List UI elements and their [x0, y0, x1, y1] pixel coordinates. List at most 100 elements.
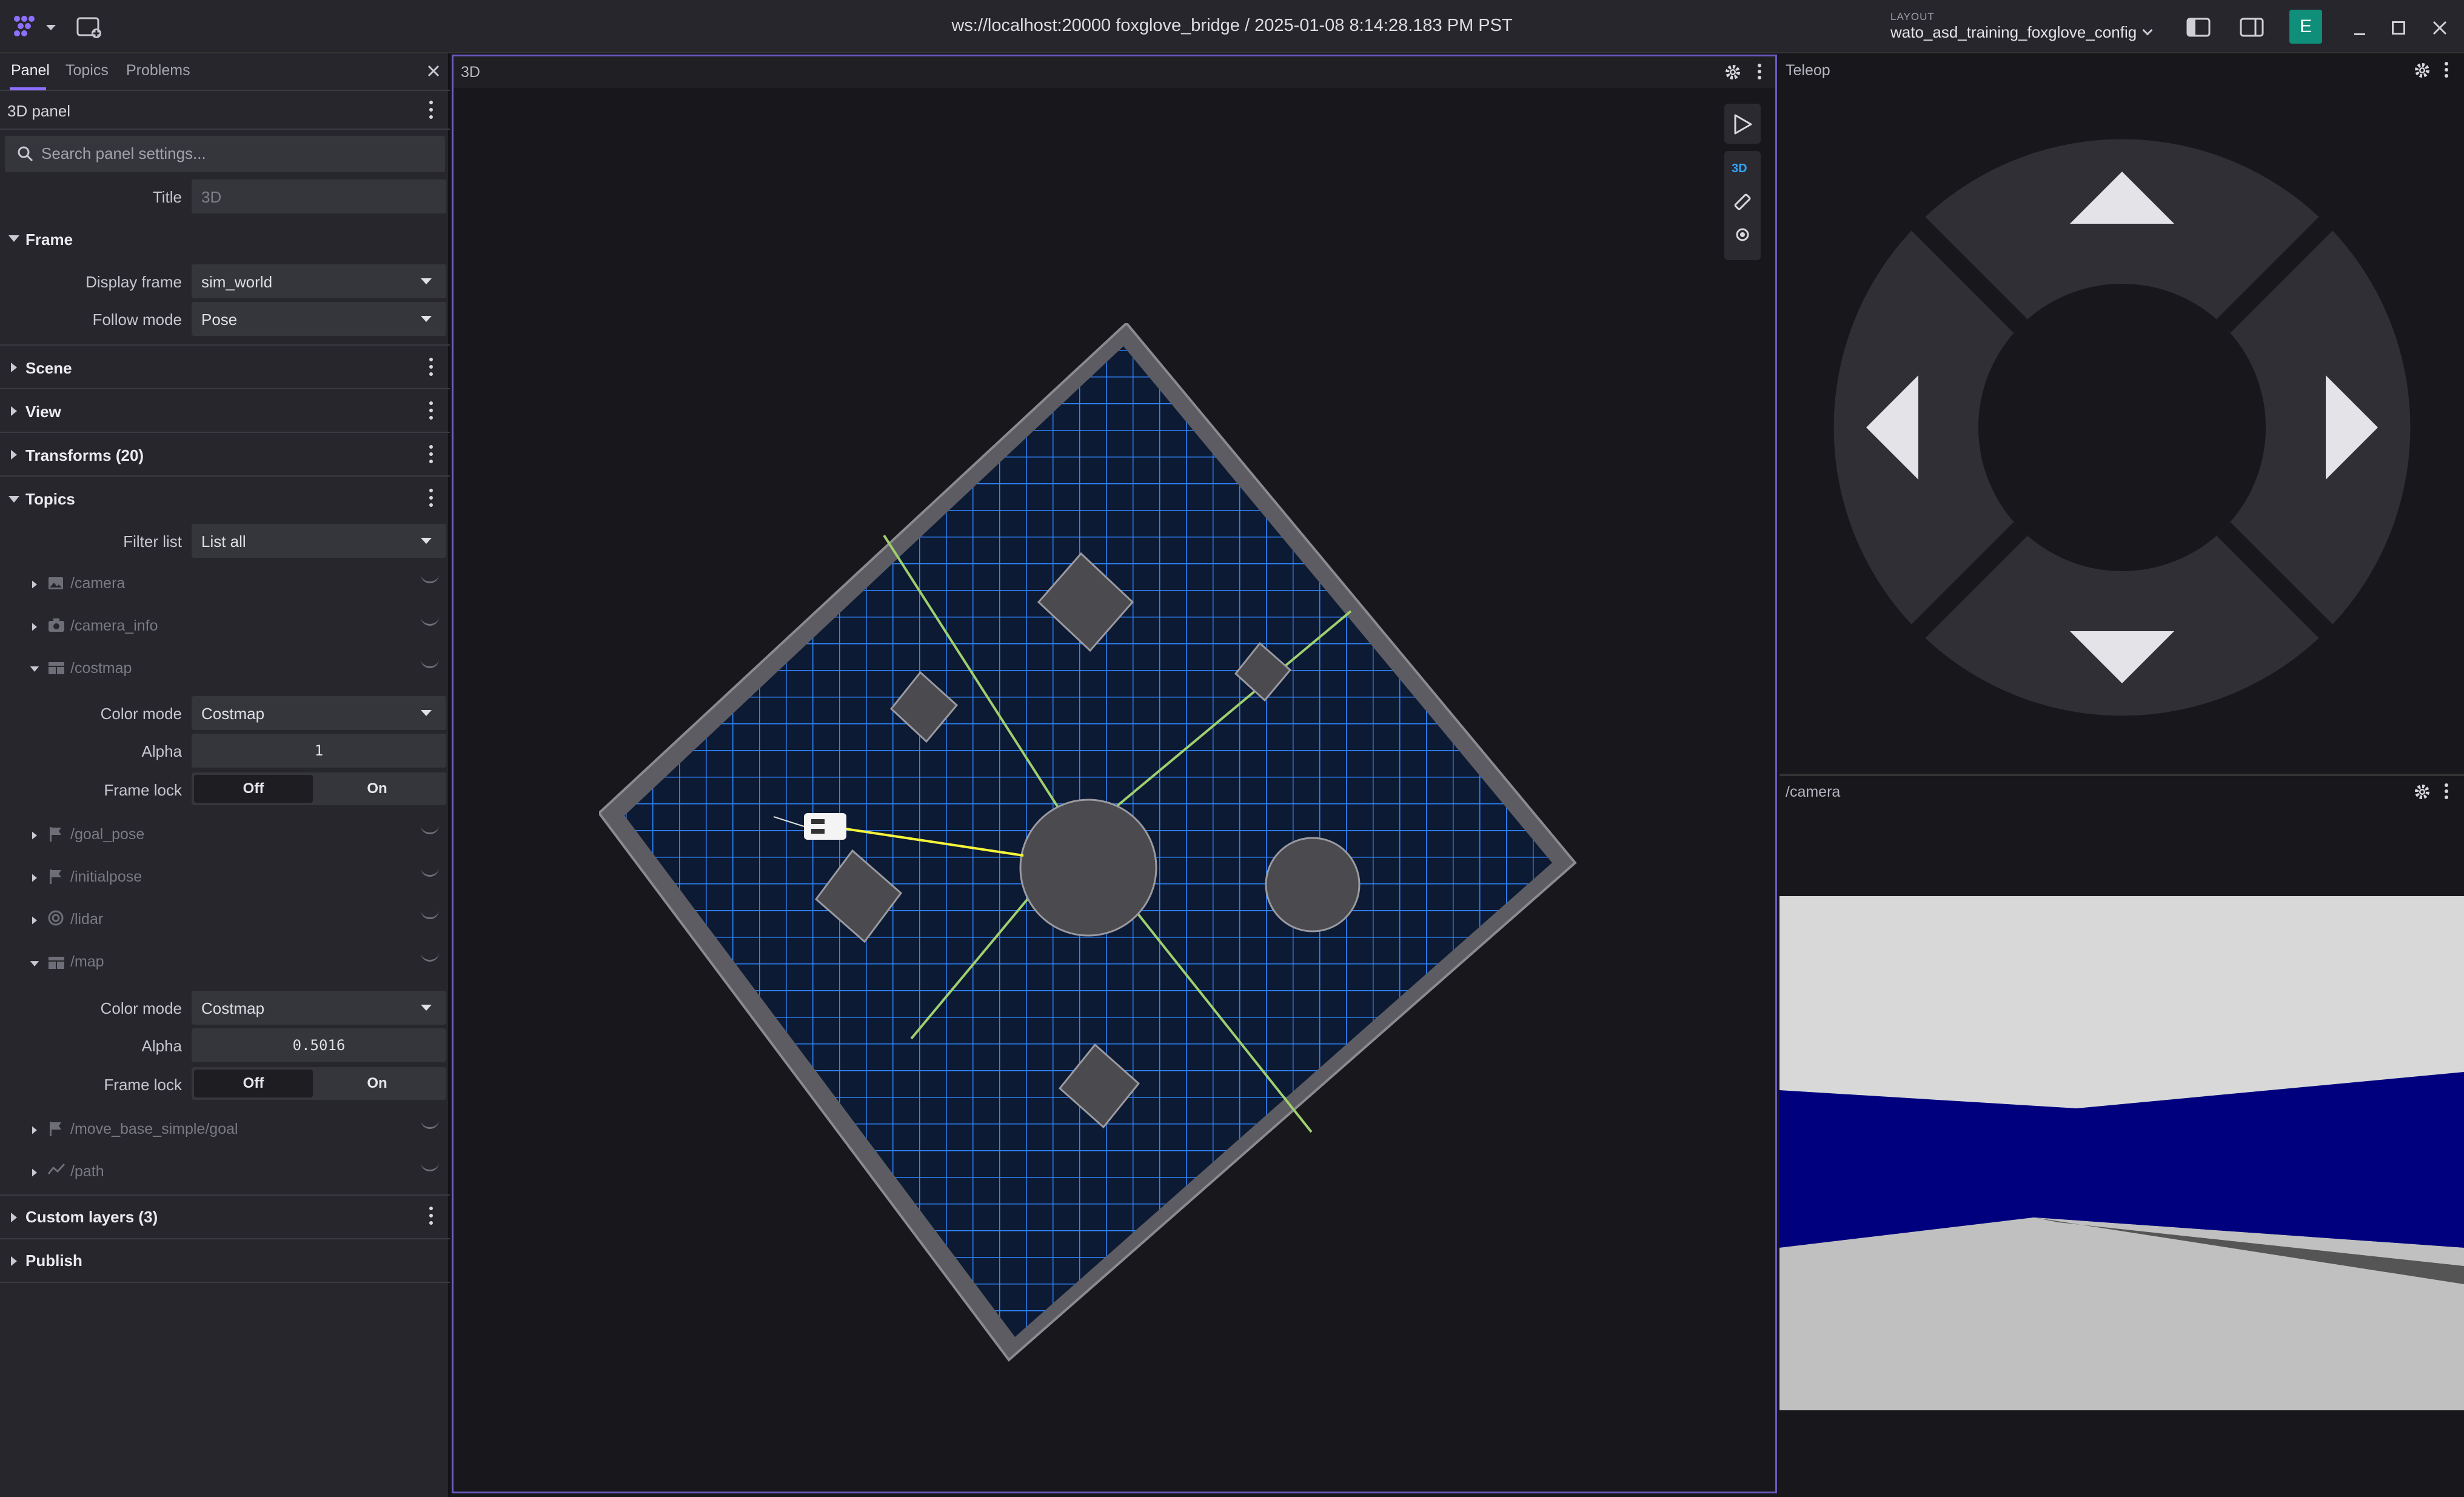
select-pointer-icon[interactable]: [1733, 113, 1753, 135]
minimize-window-button[interactable]: [2348, 17, 2372, 41]
topic-path[interactable]: /path: [70, 1163, 104, 1181]
frame-lock-off-option[interactable]: Off: [194, 1070, 313, 1097]
panel-menu-button[interactable]: [429, 101, 434, 119]
path-line-icon: [47, 1163, 65, 1174]
user-avatar[interactable]: E: [2289, 10, 2322, 44]
right-sidebar-icon: [2240, 18, 2264, 37]
close-window-button[interactable]: [2426, 15, 2453, 41]
collapsed-icon[interactable]: [32, 874, 37, 882]
divider: [0, 344, 450, 346]
app-toolbar: ws://localhost:20000 foxglove_bridge / 2…: [0, 0, 2464, 53]
topic-camera-info[interactable]: /camera_info: [70, 617, 158, 635]
costmap-frame-lock-toggle[interactable]: Off On: [192, 772, 446, 805]
gear-icon[interactable]: [2414, 62, 2431, 79]
3d-scene-viewport[interactable]: [599, 323, 1630, 1378]
visibility-hidden-icon[interactable]: [421, 952, 439, 962]
section-custom-layers[interactable]: Custom layers (3): [25, 1208, 158, 1227]
3d-panel[interactable]: 3D 3D: [452, 55, 1777, 1493]
visibility-hidden-icon[interactable]: [421, 574, 439, 583]
visibility-hidden-icon[interactable]: [421, 658, 439, 668]
image-icon: [49, 577, 63, 589]
transforms-menu-button[interactable]: [429, 445, 434, 463]
map-frame-lock-toggle[interactable]: Off On: [192, 1067, 446, 1100]
close-icon: [2432, 21, 2447, 35]
collapsed-icon[interactable]: [32, 580, 37, 589]
expand-icon: [8, 496, 19, 503]
tab-panel[interactable]: Panel: [11, 62, 50, 79]
costmap-color-mode-select[interactable]: Costmap: [192, 696, 446, 730]
visibility-hidden-icon[interactable]: [421, 1162, 439, 1171]
visibility-hidden-icon[interactable]: [421, 1119, 439, 1129]
view-menu-button[interactable]: [429, 401, 434, 420]
publish-point-icon[interactable]: [1734, 226, 1751, 243]
close-sidebar-button[interactable]: [424, 62, 443, 80]
section-frame[interactable]: Frame: [25, 230, 73, 249]
chevron-down-icon: [421, 710, 432, 716]
topic-lidar[interactable]: /lidar: [70, 911, 103, 928]
title-input[interactable]: 3D: [192, 179, 446, 213]
display-frame-select[interactable]: sim_world: [192, 264, 446, 298]
topic-initialpose[interactable]: /initialpose: [70, 868, 142, 886]
toggle-left-sidebar-button[interactable]: [2185, 15, 2212, 40]
frame-lock-on-option[interactable]: On: [313, 775, 441, 803]
layout-caption: LAYOUT: [1890, 11, 1935, 22]
topics-menu-button[interactable]: [429, 489, 434, 507]
map-alpha-input[interactable]: 0.5016: [192, 1028, 446, 1062]
topic-goal-pose[interactable]: /goal_pose: [70, 826, 144, 843]
chevron-down-icon: [2142, 25, 2153, 36]
tab-problems[interactable]: Problems: [126, 62, 190, 79]
expand-icon[interactable]: [30, 961, 39, 966]
collapsed-icon[interactable]: [32, 1168, 37, 1177]
gear-icon[interactable]: [2414, 783, 2431, 800]
maximize-window-button[interactable]: [2386, 16, 2411, 40]
grid-map-icon: [49, 957, 64, 969]
visibility-hidden-icon[interactable]: [421, 867, 439, 877]
teleop-panel-menu-button[interactable]: [2444, 62, 2449, 78]
layout-selector[interactable]: wato_asd_training_foxglove_config: [1890, 23, 2157, 45]
scene-menu-button[interactable]: [429, 358, 434, 376]
gear-icon[interactable]: [1724, 64, 1741, 81]
camera-panel-menu-button[interactable]: [2444, 783, 2449, 799]
toggle-right-sidebar-button[interactable]: [2238, 15, 2265, 40]
3d-panel-header: 3D: [454, 56, 1775, 88]
frame-lock-on-option[interactable]: On: [313, 1070, 441, 1097]
camera-panel: /camera: [1779, 776, 2464, 1497]
search-panel-settings-input[interactable]: Search panel settings...: [5, 136, 445, 172]
title-label: Title: [152, 188, 182, 206]
3d-mode-toggle[interactable]: 3D: [1732, 162, 1747, 176]
layout-name: wato_asd_training_foxglove_config: [1890, 23, 2137, 41]
filter-list-select[interactable]: List all: [192, 524, 446, 558]
ruler-icon[interactable]: [1733, 192, 1752, 212]
topic-map[interactable]: /map: [70, 953, 104, 971]
custom-layers-menu-button[interactable]: [429, 1207, 434, 1225]
follow-mode-select[interactable]: Pose: [192, 302, 446, 336]
section-topics[interactable]: Topics: [25, 490, 75, 509]
visibility-hidden-icon[interactable]: [421, 909, 439, 919]
teleop-panel: Teleop: [1779, 55, 2464, 773]
visibility-hidden-icon[interactable]: [421, 825, 439, 834]
expand-icon[interactable]: [30, 666, 39, 672]
panel-name: 3D panel: [7, 102, 71, 120]
section-view[interactable]: View: [25, 403, 61, 421]
collapsed-icon[interactable]: [32, 831, 37, 840]
costmap-alpha-input[interactable]: 1: [192, 734, 446, 768]
section-publish[interactable]: Publish: [25, 1251, 82, 1270]
map-color-mode-select[interactable]: Costmap: [192, 991, 446, 1025]
collapsed-icon[interactable]: [32, 623, 37, 631]
divider: [0, 388, 450, 389]
close-icon: [427, 65, 440, 77]
follow-mode-value: Pose: [201, 310, 238, 329]
topic-move-base-goal[interactable]: /move_base_simple/goal: [70, 1120, 238, 1138]
3d-panel-menu-button[interactable]: [1757, 64, 1762, 79]
frame-lock-off-option[interactable]: Off: [194, 775, 313, 803]
topic-costmap[interactable]: /costmap: [70, 660, 132, 677]
topic-camera[interactable]: /camera: [70, 575, 125, 592]
collapsed-icon: [11, 450, 17, 460]
section-scene[interactable]: Scene: [25, 359, 72, 378]
collapsed-icon[interactable]: [32, 1126, 37, 1134]
obstacle-cylinder: [1019, 799, 1157, 937]
section-transforms[interactable]: Transforms (20): [25, 446, 144, 465]
collapsed-icon[interactable]: [32, 916, 37, 925]
visibility-hidden-icon[interactable]: [421, 616, 439, 626]
tab-topics[interactable]: Topics: [65, 62, 109, 79]
